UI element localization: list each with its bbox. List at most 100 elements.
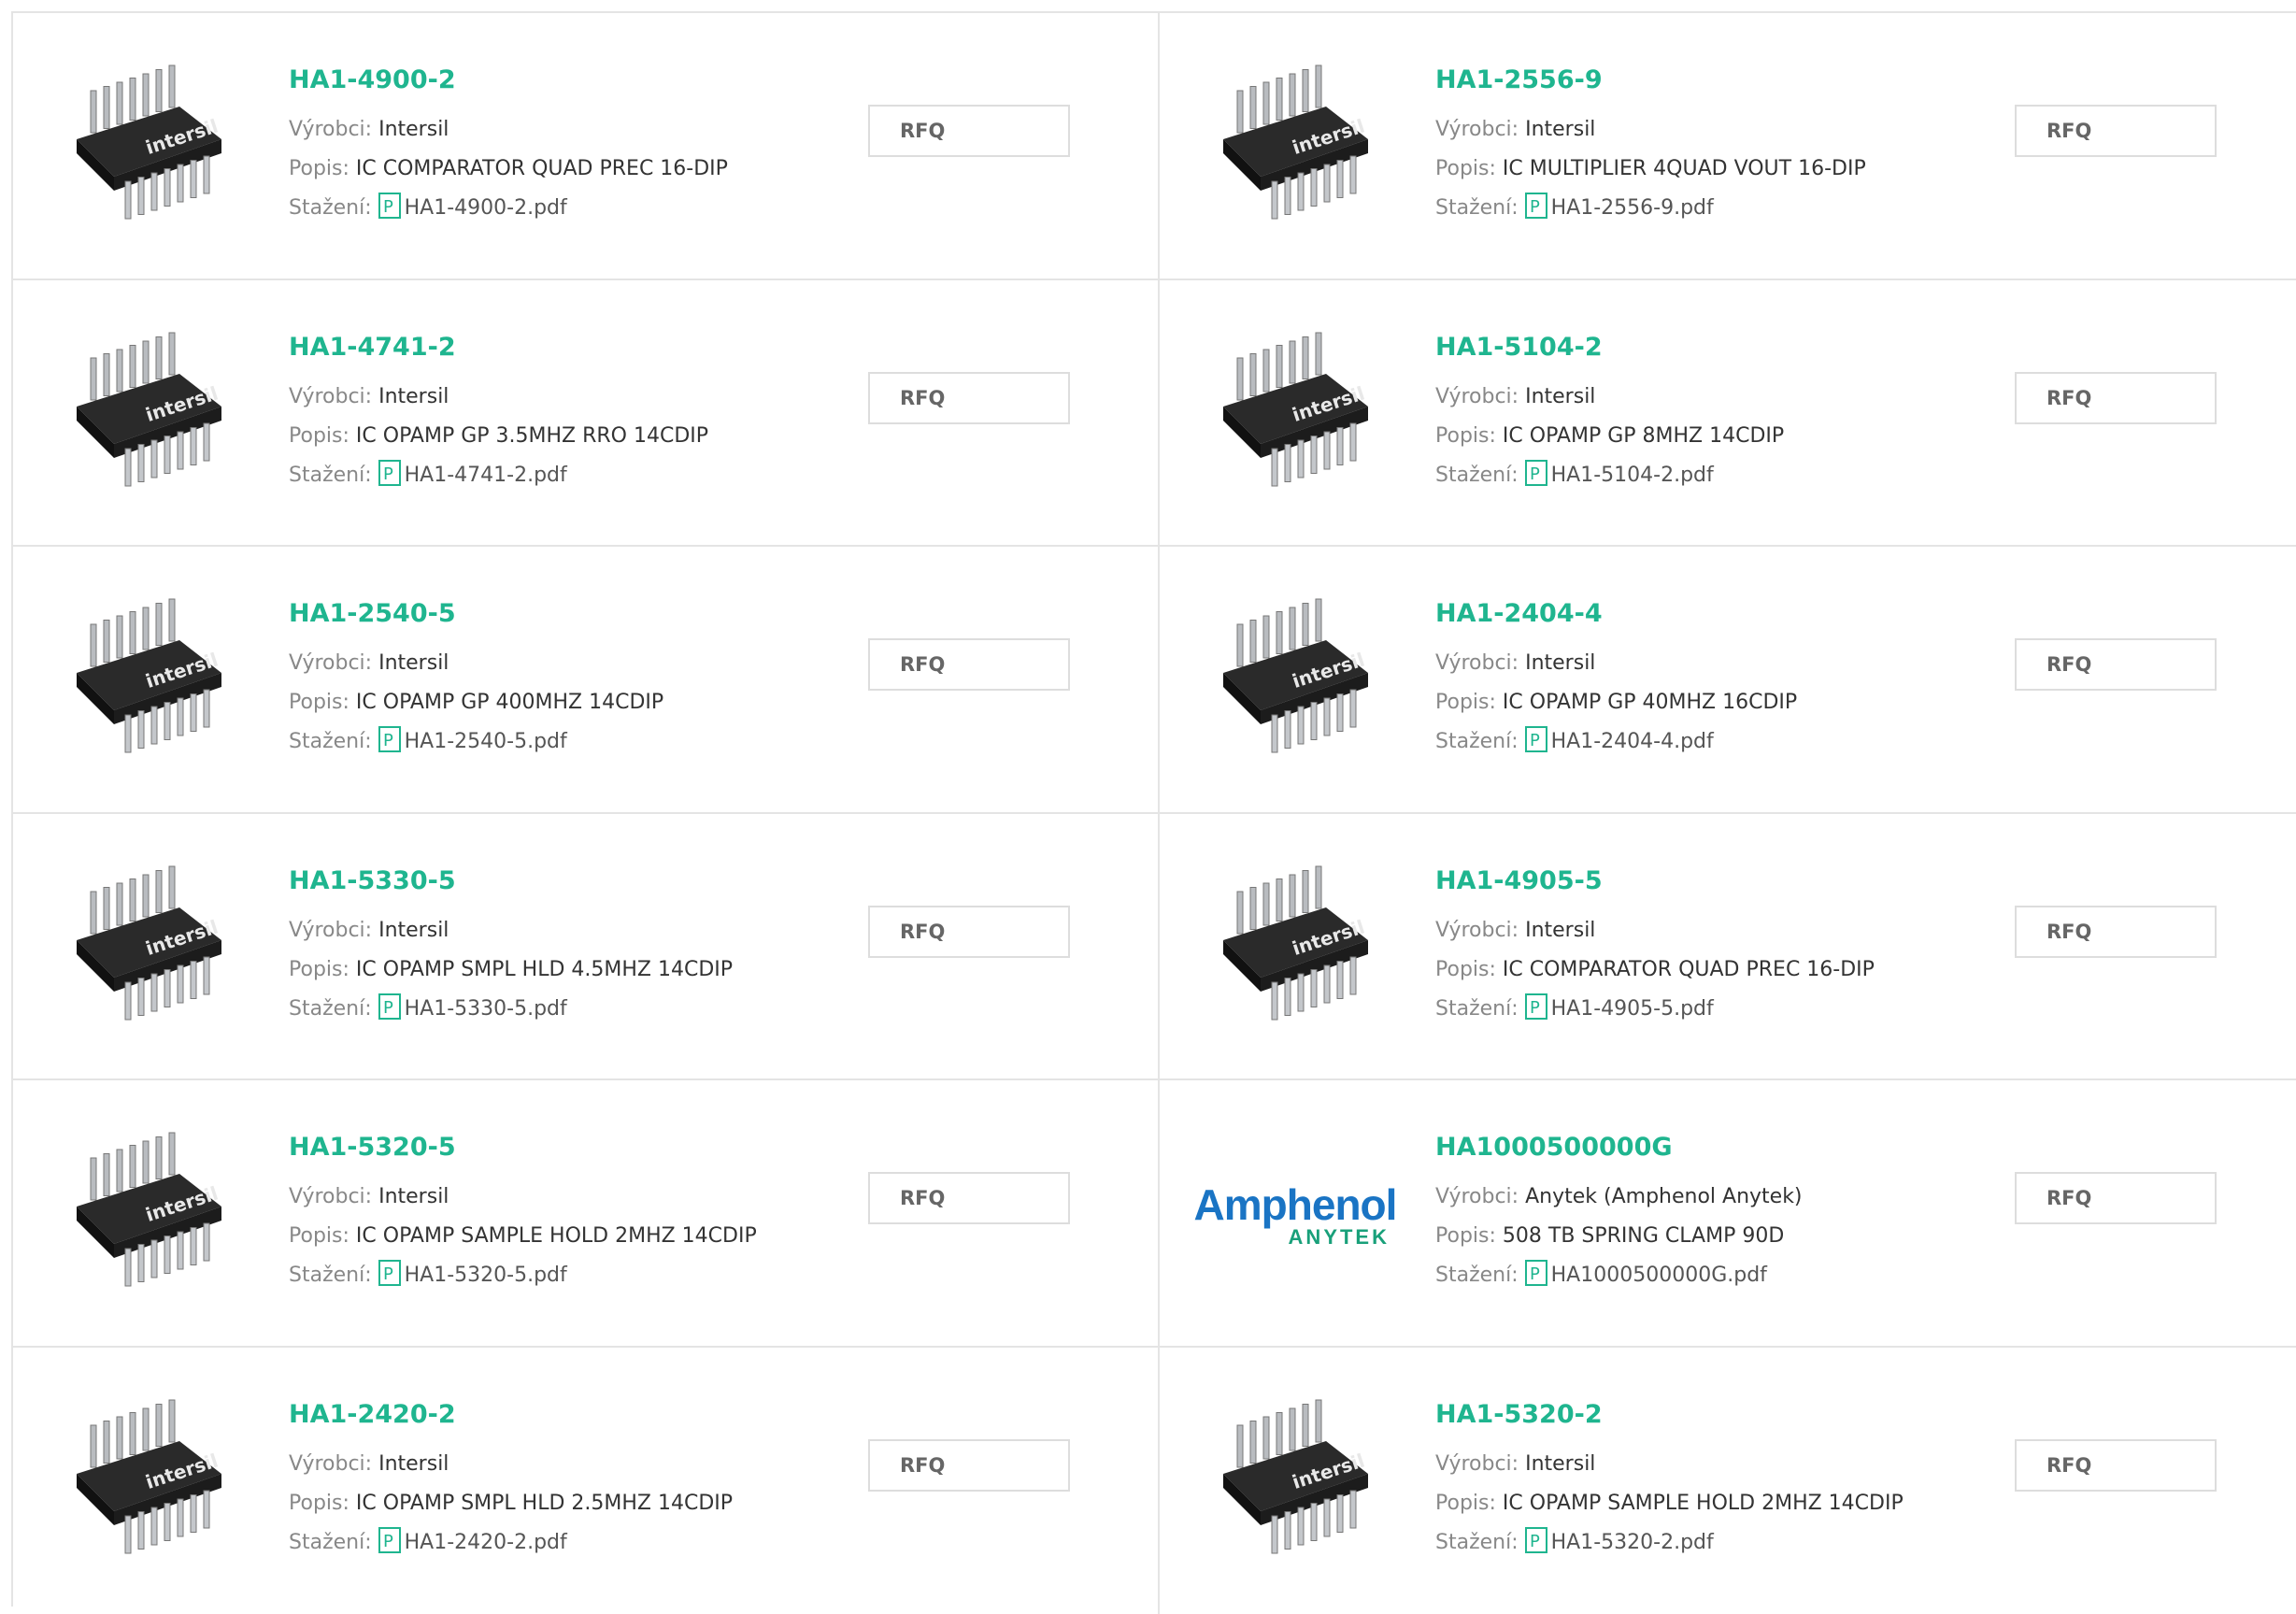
chip-pin: [1298, 974, 1304, 1011]
part-number-link[interactable]: HA1-2404-4: [1435, 597, 1797, 631]
rfq-button[interactable]: RFQ: [868, 638, 1070, 691]
part-number-link[interactable]: HA1-5330-5: [289, 864, 733, 898]
pdf-icon[interactable]: P: [378, 460, 401, 500]
chip-pin: [125, 982, 131, 1020]
rfq-button[interactable]: RFQ: [868, 105, 1070, 157]
part-number-link[interactable]: HA1-5104-2: [1435, 331, 1784, 364]
part-number-link[interactable]: HA1000500000G: [1435, 1131, 1803, 1164]
rfq-button[interactable]: RFQ: [868, 1439, 1070, 1492]
download-row: Stažení: P HA1-2404-4.pdf: [1435, 722, 1797, 766]
datasheet-link[interactable]: HA1-4905-5.pdf: [1551, 997, 1714, 1021]
chip-image[interactable]: intersil: [58, 851, 254, 1048]
datasheet-link[interactable]: HA1-5320-2.pdf: [1551, 1531, 1714, 1554]
datasheet-link[interactable]: HA1-2540-5.pdf: [405, 730, 567, 753]
chip-pin: [1311, 169, 1317, 207]
datasheet-link[interactable]: HA1000500000G.pdf: [1551, 1264, 1767, 1287]
chip-image[interactable]: intersil: [58, 584, 254, 780]
chip-pin: [1324, 1499, 1330, 1536]
svg-text:P: P: [383, 998, 393, 1018]
rfq-button[interactable]: RFQ: [2015, 906, 2217, 958]
rfq-button[interactable]: RFQ: [2015, 1439, 2217, 1492]
chip-image[interactable]: intersil: [1205, 318, 1401, 514]
pdf-icon[interactable]: P: [1525, 993, 1547, 1034]
chip-pin: [1311, 1503, 1317, 1540]
chip-pin: [151, 173, 157, 210]
chip-image[interactable]: intersil: [1205, 851, 1401, 1048]
amphenol-anytek-logo[interactable]: AmphenolANYTEK: [1205, 1118, 1401, 1314]
download-label: Stažení:: [289, 196, 372, 220]
rfq-button[interactable]: RFQ: [2015, 372, 2217, 424]
chip-pin: [164, 1503, 170, 1540]
pdf-icon[interactable]: P: [1525, 726, 1547, 766]
datasheet-link[interactable]: HA1-2420-2.pdf: [405, 1531, 567, 1554]
datasheet-link[interactable]: HA1-4900-2.pdf: [405, 196, 567, 220]
pdf-icon[interactable]: P: [378, 193, 401, 233]
description-label: Popis:: [289, 424, 349, 448]
datasheet-link[interactable]: HA1-2404-4.pdf: [1551, 730, 1714, 753]
chip-pin: [1337, 694, 1343, 732]
product-card: AmphenolANYTEK HA1000500000G Výrobci: An…: [1160, 1080, 2296, 1348]
rfq-button[interactable]: RFQ: [2015, 638, 2217, 691]
pdf-icon[interactable]: P: [1525, 1260, 1547, 1300]
chip-pin: [1324, 698, 1330, 736]
chip-image[interactable]: intersil: [1205, 1385, 1401, 1581]
part-number-link[interactable]: HA1-2420-2: [289, 1398, 733, 1432]
part-number-link[interactable]: HA1-5320-5: [289, 1131, 757, 1164]
manufacturer-label: Výrobci:: [1435, 118, 1519, 141]
datasheet-link[interactable]: HA1-4741-2.pdf: [405, 464, 567, 487]
chip-image[interactable]: intersil: [1205, 584, 1401, 780]
rfq-button[interactable]: RFQ: [868, 1172, 1070, 1224]
manufacturer-row: Výrobci: Anytek (Amphenol Anytek): [1435, 1178, 1803, 1217]
part-number-link[interactable]: HA1-5320-2: [1435, 1398, 1904, 1432]
rfq-button[interactable]: RFQ: [868, 906, 1070, 958]
pdf-icon[interactable]: P: [1525, 193, 1547, 233]
pdf-icon[interactable]: P: [1525, 460, 1547, 500]
datasheet-link[interactable]: HA1-5330-5.pdf: [405, 997, 567, 1021]
chip-pin: [169, 65, 175, 107]
chip-image[interactable]: intersil: [1205, 50, 1401, 247]
chip-image[interactable]: intersil: [58, 318, 254, 514]
pdf-icon[interactable]: P: [378, 726, 401, 766]
description-row: Popis: IC COMPARATOR QUAD PREC 16-DIP: [1435, 950, 1875, 990]
part-number-link[interactable]: HA1-2556-9: [1435, 64, 1866, 97]
chip-pin: [169, 866, 175, 908]
pdf-icon[interactable]: P: [378, 993, 401, 1034]
chip-image[interactable]: intersil: [58, 1385, 254, 1581]
datasheet-link[interactable]: HA1-2556-9.pdf: [1551, 196, 1714, 220]
download-row: Stažení: P HA1-2556-9.pdf: [1435, 189, 1866, 233]
chip-pin: [104, 887, 109, 929]
chip-pin: [178, 965, 183, 1003]
datasheet-link[interactable]: HA1-5320-5.pdf: [405, 1264, 567, 1287]
pdf-icon[interactable]: P: [378, 1260, 401, 1300]
chip-pin: [130, 612, 135, 654]
part-number-link[interactable]: HA1-4900-2: [289, 64, 728, 97]
chip-pin: [169, 333, 175, 375]
rfq-button[interactable]: RFQ: [868, 372, 1070, 424]
chip-pin: [1250, 1421, 1256, 1463]
svg-text:P: P: [1530, 1264, 1540, 1284]
chip-pin: [91, 624, 96, 666]
part-number-link[interactable]: HA1-4905-5: [1435, 864, 1875, 898]
description-row: Popis: IC OPAMP SMPL HLD 2.5MHZ 14CDIP: [289, 1484, 733, 1523]
description-row: Popis: IC OPAMP SAMPLE HOLD 2MHZ 14CDIP: [1435, 1484, 1904, 1523]
chip-pin: [1311, 703, 1317, 740]
part-number-link[interactable]: HA1-2540-5: [289, 597, 663, 631]
chip-pin: [143, 341, 149, 383]
chip-pin: [191, 1494, 196, 1532]
part-number-link[interactable]: HA1-4741-2: [289, 331, 708, 364]
rfq-button[interactable]: RFQ: [2015, 105, 2217, 157]
chip-pin: [178, 432, 183, 469]
pdf-icon[interactable]: P: [378, 1527, 401, 1567]
pdf-icon[interactable]: P: [1525, 1527, 1547, 1567]
chip-pin: [164, 436, 170, 473]
datasheet-link[interactable]: HA1-5104-2.pdf: [1551, 464, 1714, 487]
chip-image[interactable]: intersil: [58, 1118, 254, 1314]
rfq-button[interactable]: RFQ: [2015, 1172, 2217, 1224]
description-row: Popis: IC COMPARATOR QUAD PREC 16-DIP: [289, 150, 728, 189]
chip-image[interactable]: intersil: [58, 50, 254, 247]
description-label: Popis:: [289, 1492, 349, 1515]
chip-pin: [91, 1425, 96, 1467]
manufacturer-row: Výrobci: Intersil: [289, 110, 728, 150]
chip-pin: [138, 711, 144, 749]
chip-pin: [1298, 173, 1304, 210]
